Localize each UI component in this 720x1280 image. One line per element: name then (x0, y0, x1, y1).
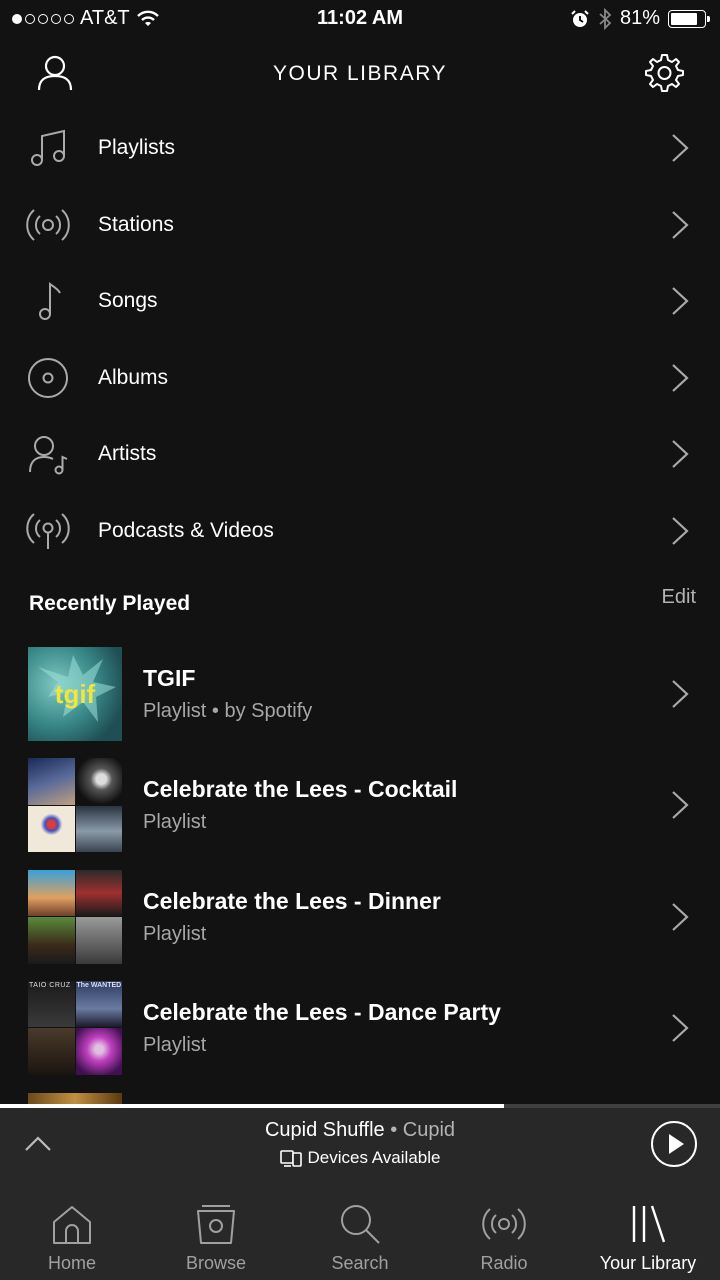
alarm-icon (571, 9, 589, 27)
gear-icon[interactable] (644, 52, 684, 92)
chevron-right-icon (672, 210, 689, 239)
play-button-icon[interactable] (650, 1120, 698, 1168)
now-playing-track: Cupid Shuffle • Cupid (0, 1119, 720, 1142)
header: YOUR LIBRARY (0, 38, 720, 114)
section-title: Recently Played (29, 592, 191, 615)
menu-label: Songs (98, 289, 158, 313)
playlist-artwork (28, 869, 122, 964)
list-item[interactable]: Celebrate the Lees - Dinner Playlist (0, 869, 720, 981)
album-cover-text: TAIO CRUZ (29, 981, 71, 989)
track-title: Cupid Shuffle (264, 1119, 385, 1141)
list-item[interactable]: tgif TGIF Playlist • by Spotify (0, 647, 720, 758)
menu-item-artists[interactable]: Artists (0, 416, 720, 493)
chevron-right-icon (672, 134, 689, 162)
playlist-artwork (28, 758, 122, 853)
tab-radio[interactable]: Radio (432, 1184, 576, 1280)
bluetooth-icon (599, 7, 612, 30)
playlist-artwork: TAIO CRUZ The WANTED (28, 980, 122, 1075)
playlist-subtitle: Playlist (143, 811, 207, 834)
chevron-right-icon (672, 1014, 689, 1042)
album-disc-icon (28, 357, 68, 398)
album-cover (75, 917, 122, 964)
album-cover (28, 805, 75, 853)
album-cover (75, 758, 122, 805)
album-cover: TAIO CRUZ (28, 980, 75, 1028)
playlist-artwork: tgif (28, 647, 122, 741)
menu-label: Playlists (98, 136, 176, 160)
library-menu: Playlists Stations Songs Albums Artists … (0, 110, 720, 569)
album-cover (28, 917, 75, 964)
list-item[interactable]: Celebrate the Lees - Cocktail Playlist (0, 758, 720, 869)
chevron-right-icon (672, 902, 689, 931)
menu-item-podcasts[interactable]: Podcasts & Videos (0, 493, 720, 570)
menu-item-songs[interactable]: Songs (0, 263, 720, 340)
now-playing-bar[interactable]: Cupid Shuffle • Cupid Devices Available (0, 1108, 720, 1184)
tab-label: Your Library (599, 1253, 697, 1273)
tgif-artwork-splash: tgif (38, 655, 116, 722)
album-cover (75, 805, 122, 853)
status-right: 81% (570, 7, 710, 30)
devices-label: Devices Available (307, 1148, 441, 1167)
devices-icon (279, 1150, 302, 1167)
tgif-art-text: tgif (55, 679, 96, 709)
tab-home[interactable]: Home (0, 1184, 144, 1280)
tab-search[interactable]: Search (288, 1184, 432, 1280)
library-icon (632, 1205, 666, 1243)
track-artist: Cupid (402, 1119, 456, 1141)
album-cover: The WANTED (75, 980, 122, 1028)
chevron-right-icon (672, 516, 689, 545)
menu-item-albums[interactable]: Albums (0, 340, 720, 417)
menu-label: Albums (98, 365, 169, 389)
album-cover (28, 758, 75, 805)
home-icon (53, 1206, 91, 1244)
track-separator: • (384, 1119, 403, 1141)
playlist-title: Celebrate the Lees - Cocktail (143, 776, 458, 803)
menu-label: Artists (98, 442, 157, 466)
search-icon (341, 1205, 380, 1244)
tab-label: Search (331, 1253, 389, 1273)
podcast-icon (26, 512, 70, 549)
status-bar: AT&T 11:02 AM 81% (0, 0, 720, 38)
music-note-icon (39, 282, 61, 320)
recently-played-list: tgif TGIF Playlist • by Spotify Celebrat… (0, 647, 720, 1092)
music-notes-icon (31, 129, 65, 166)
chevron-right-icon (672, 363, 689, 392)
menu-item-stations[interactable]: Stations (0, 187, 720, 264)
browse-icon (197, 1205, 235, 1244)
album-cover (75, 869, 122, 917)
tab-label: Browse (185, 1253, 247, 1273)
playlist-subtitle: Playlist • by Spotify (143, 700, 313, 722)
edit-button[interactable]: Edit (662, 586, 696, 609)
tab-your-library[interactable]: Your Library (576, 1184, 720, 1280)
chevron-right-icon (672, 287, 689, 315)
devices-available[interactable]: Devices Available (0, 1148, 720, 1168)
album-cover-text: The WANTED (76, 981, 122, 989)
battery-percent: 81% (619, 7, 660, 29)
album-cover (28, 869, 75, 917)
page-title: YOUR LIBRARY (273, 62, 447, 85)
battery-icon (668, 9, 710, 28)
recently-played-header: Recently Played Edit (0, 586, 720, 626)
chevron-right-icon (672, 791, 689, 820)
playlist-subtitle: Playlist (143, 922, 207, 945)
playlist-title: Celebrate the Lees - Dance Party (143, 998, 501, 1025)
playlist-subtitle: Playlist (143, 1033, 207, 1056)
menu-label: Stations (98, 212, 174, 236)
artist-icon (29, 436, 68, 475)
tab-label: Home (47, 1253, 96, 1273)
tab-label: Radio (480, 1253, 528, 1273)
radio-waves-icon (26, 208, 70, 241)
chevron-right-icon (672, 440, 689, 468)
tab-browse[interactable]: Browse (144, 1184, 288, 1280)
chevron-right-icon (672, 680, 689, 708)
album-cover (28, 1028, 75, 1075)
menu-label: Podcasts & Videos (98, 518, 274, 542)
tab-bar: Home Browse Search Radio Your Library (0, 1184, 720, 1280)
menu-item-playlists[interactable]: Playlists (0, 110, 720, 187)
list-item[interactable]: TAIO CRUZ The WANTED Celebrate the Lees … (0, 980, 720, 1092)
album-cover (75, 1028, 122, 1075)
playlist-title: TGIF (143, 665, 196, 691)
radio-icon (482, 1208, 526, 1240)
playlist-title: Celebrate the Lees - Dinner (143, 887, 441, 914)
